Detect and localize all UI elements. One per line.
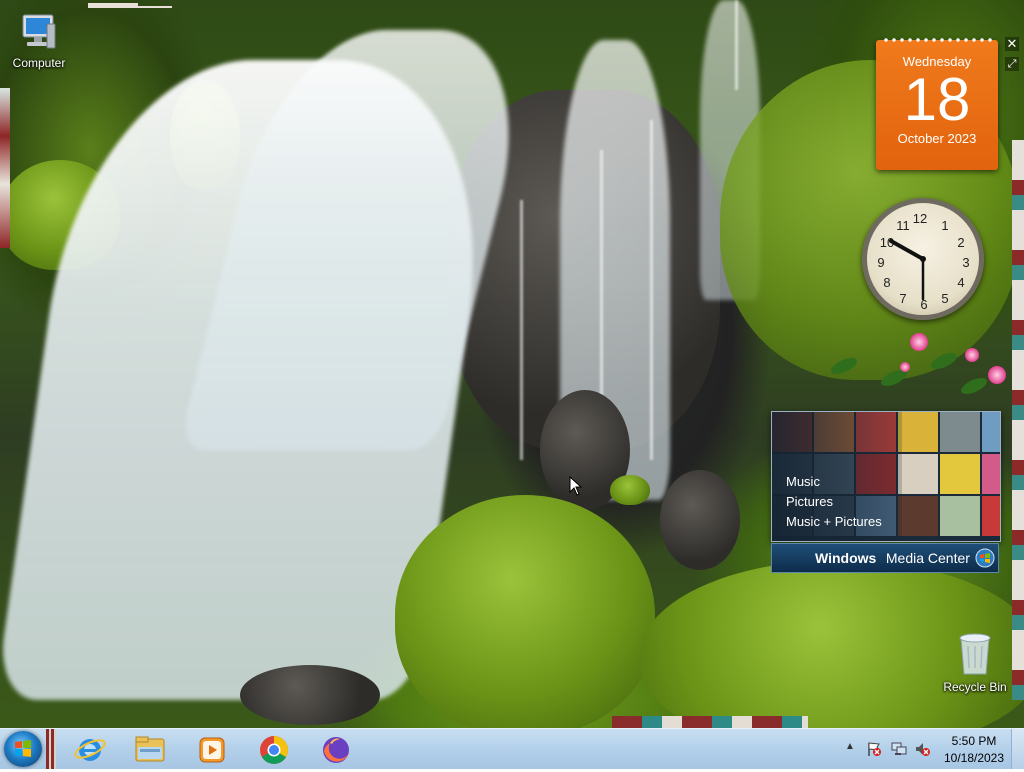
rhododendron-flower <box>900 362 910 372</box>
media-center-brand-rest: Media Center <box>882 550 970 566</box>
action-center-icon[interactable] <box>866 741 882 757</box>
media-tile <box>982 496 1000 536</box>
rhododendron-flower <box>910 333 928 351</box>
edge-artifact <box>138 6 172 8</box>
desktop-icon-label: Computer <box>12 56 66 70</box>
media-tile <box>940 496 980 536</box>
mouse-cursor-icon <box>569 476 583 496</box>
media-center-brand-bold: Windows <box>815 550 877 566</box>
edge-artifact <box>46 729 56 769</box>
calendar-gadget[interactable]: Wednesday 18 October 2023 <box>876 36 998 170</box>
taskbar-app-chrome[interactable] <box>248 731 300 767</box>
media-menu-music[interactable]: Music <box>786 474 820 489</box>
file-explorer-icon <box>135 736 165 762</box>
leaf <box>958 374 990 398</box>
media-tile <box>940 454 980 494</box>
media-player-icon <box>199 737 225 763</box>
water-streak <box>650 120 653 460</box>
edge-artifact <box>1012 140 1024 700</box>
taskbar-app-windows-explorer[interactable] <box>124 731 176 767</box>
desktop-icon-recycle-bin[interactable]: Recycle Bin <box>937 630 1013 694</box>
media-tile <box>982 454 1000 494</box>
media-center-logo-icon <box>975 548 995 568</box>
clock-hands <box>889 239 926 301</box>
media-tile <box>940 412 980 452</box>
taskbar-app-firefox[interactable] <box>310 731 362 767</box>
foreground-rock <box>240 665 380 725</box>
media-center-gadget[interactable]: Music Pictures Music + Pictures <box>771 411 1001 542</box>
desktop-icon-computer[interactable]: Computer <box>1 10 77 70</box>
media-tile <box>982 412 1000 452</box>
desktop-icon-label: Recycle Bin <box>943 680 1007 694</box>
desktop-wallpaper <box>0 0 1024 728</box>
moss-small <box>610 475 650 505</box>
edge-artifact <box>0 88 10 248</box>
start-button[interactable] <box>4 731 42 767</box>
rhododendron-flower <box>965 348 979 362</box>
calendar-day-number: 18 <box>903 66 971 133</box>
firefox-icon <box>323 737 349 763</box>
media-menu-music-pictures[interactable]: Music + Pictures <box>786 514 882 529</box>
media-tile <box>898 454 938 494</box>
taskbar: ▲ 5:50 PM 10/18/2023 <box>0 728 1024 769</box>
volume-muted-icon[interactable] <box>914 741 930 757</box>
taskbar-clock-time[interactable]: 5:50 PM <box>938 734 1010 748</box>
gadget-close-button[interactable]: ✕ <box>1005 37 1019 51</box>
windows-start-orb-icon <box>15 740 31 757</box>
gadget-resize-button[interactable]: ⤢ <box>1005 57 1019 71</box>
taskbar-clock-date[interactable]: 10/18/2023 <box>938 751 1010 765</box>
rhododendron-flower <box>988 366 1006 384</box>
wet-rock <box>660 470 740 570</box>
network-icon[interactable] <box>891 741 907 757</box>
edge-artifact <box>88 3 138 8</box>
taskbar-app-media-player[interactable] <box>186 731 238 767</box>
water-streak <box>735 0 738 90</box>
media-tile <box>898 496 938 536</box>
water-streak <box>520 200 523 460</box>
recycle-bin-icon <box>959 633 991 675</box>
media-center-brand-bar[interactable]: Windows Media Center <box>771 543 999 573</box>
chrome-icon <box>260 736 288 764</box>
show-hidden-icons-button[interactable]: ▲ <box>845 741 855 752</box>
calendar-month-year: October 2023 <box>897 131 977 146</box>
computer-icon <box>22 14 56 49</box>
internet-explorer-icon <box>74 739 106 761</box>
clock-gadget[interactable]: 12 1 2 3 4 5 6 7 8 9 10 11 <box>862 198 984 320</box>
media-tile <box>898 412 938 452</box>
show-desktop-button[interactable] <box>1011 729 1024 769</box>
media-menu-pictures[interactable]: Pictures <box>786 494 833 509</box>
taskbar-app-internet-explorer[interactable] <box>64 731 116 767</box>
calendar-rings <box>882 36 992 44</box>
edge-artifact <box>612 716 808 728</box>
moss-boulder <box>395 495 655 728</box>
